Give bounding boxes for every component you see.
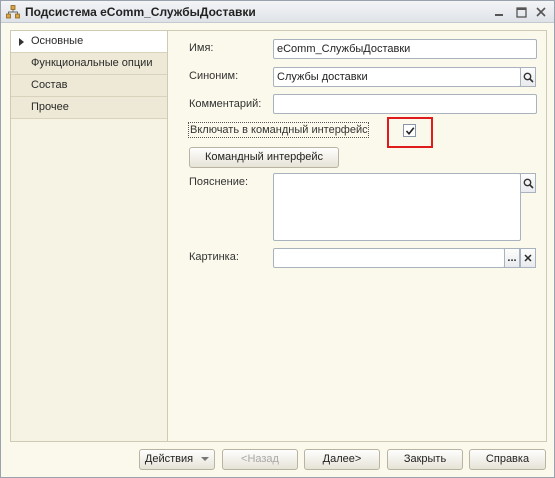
- clear-icon: ✕: [523, 252, 533, 265]
- nav-item-other[interactable]: Прочее: [11, 97, 167, 119]
- nav-item-main[interactable]: Основные: [11, 31, 167, 53]
- close-button[interactable]: Закрыть: [387, 449, 463, 470]
- section-nav: Основные Функциональные опции Состав Про…: [10, 30, 168, 442]
- picture-clear-button[interactable]: ✕: [520, 248, 536, 268]
- explanation-label: Пояснение:: [189, 176, 249, 188]
- dropdown-arrow-icon: [201, 457, 210, 462]
- title-bar: Подсистема eComm_СлужбыДоставки: [1, 1, 554, 23]
- command-interface-button[interactable]: Командный интерфейс: [189, 147, 339, 168]
- name-label: Имя:: [189, 42, 214, 54]
- comment-label: Комментарий:: [189, 98, 262, 110]
- explanation-field[interactable]: [273, 173, 521, 241]
- close-window-button[interactable]: [533, 4, 549, 20]
- synonym-field[interactable]: Службы доставки: [273, 67, 521, 87]
- nav-item-label: Основные: [31, 35, 84, 47]
- red-highlight-frame: [387, 117, 433, 148]
- actions-dropdown-button[interactable]: Действия: [139, 449, 215, 470]
- ellipsis-icon: ...: [507, 252, 517, 264]
- magnifier-icon: [523, 72, 534, 83]
- nav-item-label: Прочее: [31, 101, 69, 113]
- synonym-label: Синоним:: [189, 70, 239, 82]
- close-icon: [536, 7, 546, 17]
- window-title: Подсистема eComm_СлужбыДоставки: [25, 5, 256, 19]
- include-in-command-interface-label: Включать в командный интерфейс: [190, 124, 368, 136]
- picture-field[interactable]: [273, 248, 505, 268]
- maximize-icon: [515, 6, 527, 18]
- magnifier-icon: [523, 178, 534, 189]
- nav-item-content[interactable]: Состав: [11, 75, 167, 97]
- name-field[interactable]: eComm_СлужбыДоставки: [273, 39, 537, 59]
- current-section-arrow-icon: [19, 38, 24, 46]
- nav-item-label: Функциональные опции: [31, 57, 153, 69]
- nav-item-functional-options[interactable]: Функциональные опции: [11, 53, 167, 75]
- comment-field[interactable]: [273, 94, 537, 114]
- minimize-button[interactable]: [491, 4, 507, 20]
- picture-select-button[interactable]: ...: [504, 248, 520, 268]
- subsystem-window: Подсистема eComm_СлужбыДоставки Основные…: [0, 0, 555, 478]
- back-button[interactable]: <Назад: [222, 449, 298, 470]
- maximize-button[interactable]: [513, 4, 529, 20]
- picture-label: Картинка:: [189, 251, 239, 263]
- actions-label: Действия: [144, 453, 194, 465]
- synonym-search-button[interactable]: [520, 67, 536, 87]
- nav-item-label: Состав: [31, 79, 68, 91]
- next-button[interactable]: Далее>: [304, 449, 380, 470]
- minimize-icon: [495, 14, 503, 16]
- subsystem-icon: [6, 5, 20, 19]
- help-button[interactable]: Справка: [469, 449, 546, 470]
- explanation-search-button[interactable]: [520, 173, 536, 193]
